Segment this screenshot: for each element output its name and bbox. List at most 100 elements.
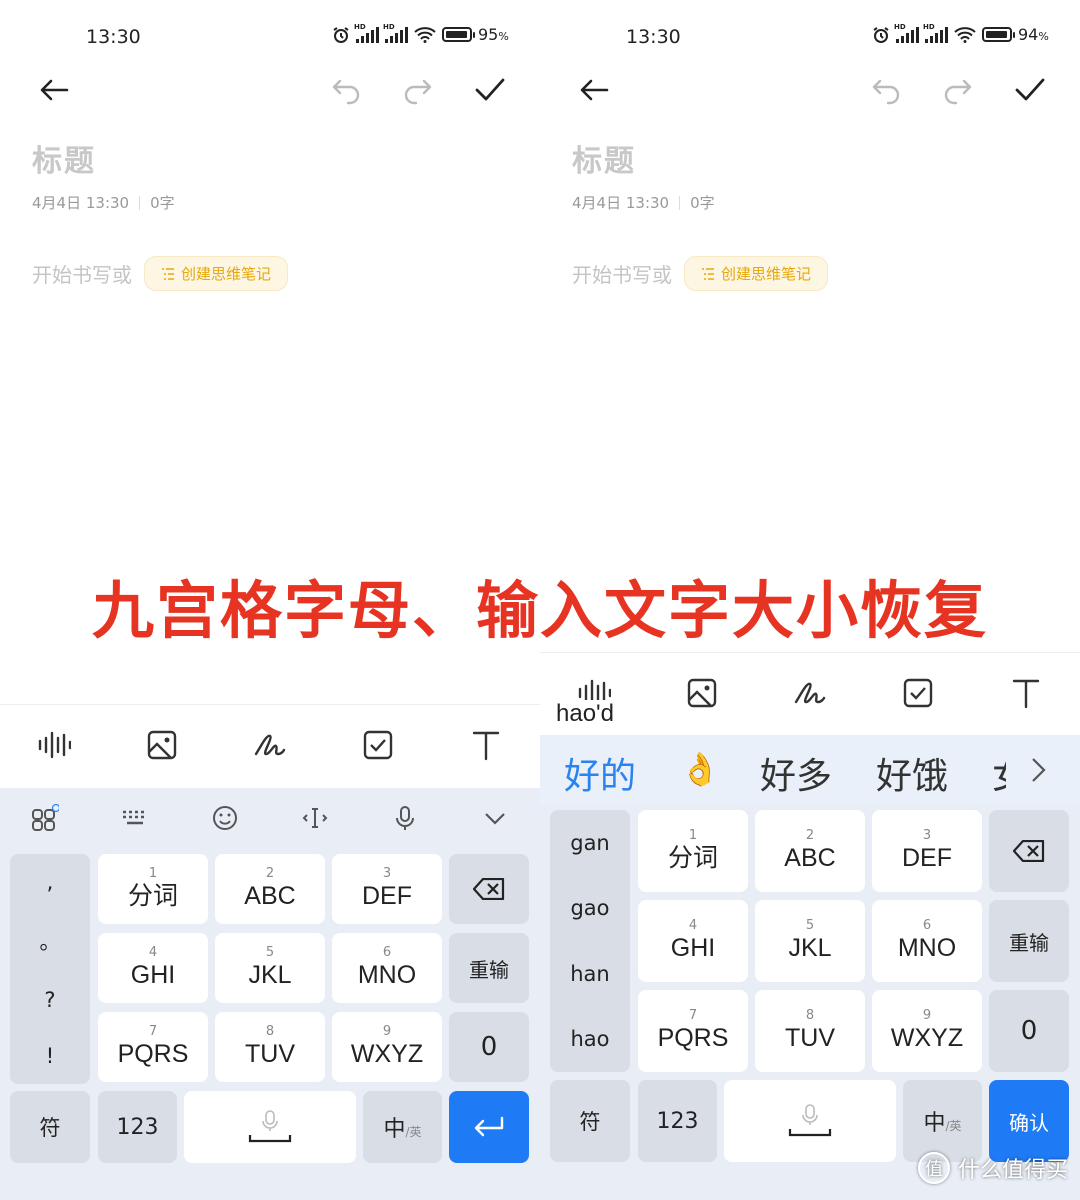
num123-button[interactable]: 123 — [638, 1080, 717, 1162]
back-arrow-icon[interactable] — [572, 68, 616, 112]
cursor-icon[interactable] — [293, 796, 337, 840]
watermark-logo: 值 — [917, 1152, 950, 1184]
note-toolbar — [0, 720, 540, 770]
lang-switch-button[interactable]: 中/英 — [363, 1091, 442, 1163]
key-4[interactable]: 4 GHI — [98, 933, 208, 1003]
undo-icon[interactable] — [324, 68, 368, 112]
text-format-icon[interactable] — [461, 720, 511, 770]
key-5[interactable]: 5 JKL — [755, 900, 865, 982]
key-7[interactable]: 7 PQRS — [98, 1012, 208, 1082]
text-format-icon[interactable] — [1001, 668, 1051, 718]
list-icon — [162, 267, 174, 280]
voice-wave-icon[interactable] — [29, 720, 79, 770]
backspace-button[interactable] — [449, 854, 529, 924]
space-mic-icon — [248, 1110, 292, 1143]
collapse-chevron-icon[interactable] — [473, 796, 517, 840]
key-9[interactable]: 9 WXYZ — [872, 990, 982, 1072]
key-8[interactable]: 8 TUV — [215, 1012, 325, 1082]
num123-button[interactable]: 123 — [98, 1091, 177, 1163]
note-body[interactable]: 开始书写或 创建思维笔记 — [572, 256, 829, 291]
wifi-icon — [954, 26, 976, 43]
key-6[interactable]: 6 MNO — [872, 900, 982, 982]
ime-function-bar — [0, 796, 540, 840]
signal-icon: HD — [383, 23, 408, 43]
candidate-1[interactable]: 好的 — [564, 747, 636, 799]
key-6[interactable]: 6 MNO — [332, 933, 442, 1003]
backspace-icon — [473, 878, 505, 900]
space-mic-icon — [788, 1104, 832, 1137]
key-2[interactable]: 2 ABC — [215, 854, 325, 924]
redo-icon[interactable] — [396, 68, 440, 112]
back-arrow-icon[interactable] — [32, 68, 76, 112]
key-5[interactable]: 5 JKL — [215, 933, 325, 1003]
candidate-2[interactable]: 👌 — [680, 750, 720, 788]
pinyin-option[interactable]: gao — [570, 896, 609, 920]
candidate-3[interactable]: 好多 — [760, 747, 832, 799]
reinput-button[interactable]: 重输 — [449, 933, 529, 1003]
note-meta: 4月4日 13:30 0字 — [32, 192, 175, 213]
pinyin-option[interactable]: gan — [570, 831, 610, 855]
key-0[interactable]: 0 — [449, 1012, 529, 1082]
enter-icon — [474, 1116, 504, 1137]
space-button[interactable] — [184, 1091, 356, 1163]
signal-icon: HD — [354, 23, 379, 43]
pinyin-option[interactable]: han — [570, 962, 610, 986]
redo-icon[interactable] — [936, 68, 980, 112]
create-mindmap-button[interactable]: 创建思维笔记 — [144, 256, 289, 291]
overlay-caption: 九宫格字母、输入文字大小恢复 — [91, 574, 988, 647]
battery-icon — [442, 27, 475, 42]
key-2[interactable]: 2 ABC — [755, 810, 865, 892]
punct-exclaim[interactable]: ! — [46, 1044, 54, 1068]
candidate-4[interactable]: 好饿 — [876, 747, 948, 799]
image-icon[interactable] — [677, 668, 727, 718]
note-date: 4月4日 13:30 — [32, 194, 130, 212]
key-3[interactable]: 3 DEF — [872, 810, 982, 892]
handwriting-icon[interactable] — [245, 720, 295, 770]
microphone-icon[interactable] — [383, 796, 427, 840]
note-title-input[interactable]: 标题 — [572, 136, 636, 180]
key-7[interactable]: 7 PQRS — [638, 990, 748, 1072]
image-icon[interactable] — [137, 720, 187, 770]
confirm-button[interactable]: 确认 — [989, 1080, 1069, 1162]
key-1[interactable]: 1 分词 — [98, 854, 208, 924]
candidates-more-chevron-icon[interactable] — [1028, 755, 1048, 789]
punct-period[interactable]: 。 — [40, 926, 61, 956]
apps-grid-icon[interactable] — [23, 796, 67, 840]
create-mindmap-button[interactable]: 创建思维笔记 — [684, 256, 829, 291]
ime-keyboard: , 。 ? ! 1 分词 2 ABC 3 DEF 4 GHI 5 JKL 6 MNO 重输 … — [0, 788, 540, 1200]
undo-icon[interactable] — [864, 68, 908, 112]
reinput-button[interactable]: 重输 — [989, 900, 1069, 982]
enter-button[interactable] — [449, 1091, 529, 1163]
symbols-button[interactable]: 符 — [550, 1080, 630, 1162]
check-icon[interactable] — [468, 68, 512, 112]
space-button[interactable] — [724, 1080, 896, 1162]
signal-icon: HD — [894, 23, 919, 43]
key-9[interactable]: 9 WXYZ — [332, 1012, 442, 1082]
key-3[interactable]: 3 DEF — [332, 854, 442, 924]
keyboard-icon[interactable] — [113, 796, 157, 840]
check-icon[interactable] — [1008, 68, 1052, 112]
status-icons: HD HD 94% — [872, 23, 1049, 44]
punct-comma[interactable]: , — [47, 870, 54, 894]
key-8[interactable]: 8 TUV — [755, 990, 865, 1072]
handwriting-icon[interactable] — [785, 668, 835, 718]
lang-switch-button[interactable]: 中/英 — [903, 1080, 982, 1162]
note-title-input[interactable]: 标题 — [32, 136, 96, 180]
pinyin-option[interactable]: hao — [570, 1027, 609, 1051]
punctuation-column[interactable]: , 。 ? ! — [10, 854, 90, 1084]
pinyin-composition: hao'd — [550, 700, 620, 728]
note-body[interactable]: 开始书写或 创建思维笔记 — [32, 256, 289, 291]
key-0[interactable]: 0 — [989, 990, 1069, 1072]
backspace-icon — [1013, 840, 1045, 862]
key-1[interactable]: 1 分词 — [638, 810, 748, 892]
checkbox-icon[interactable] — [893, 668, 943, 718]
emoji-icon[interactable] — [203, 796, 247, 840]
symbols-button[interactable]: 符 — [10, 1091, 90, 1163]
backspace-button[interactable] — [989, 810, 1069, 892]
checkbox-icon[interactable] — [353, 720, 403, 770]
candidate-5[interactable]: 女 — [992, 747, 1006, 799]
punct-question[interactable]: ? — [44, 988, 55, 1012]
signal-icon: HD — [923, 23, 948, 43]
pinyin-options-column[interactable]: gan gao han hao — [550, 810, 630, 1072]
key-4[interactable]: 4 GHI — [638, 900, 748, 982]
